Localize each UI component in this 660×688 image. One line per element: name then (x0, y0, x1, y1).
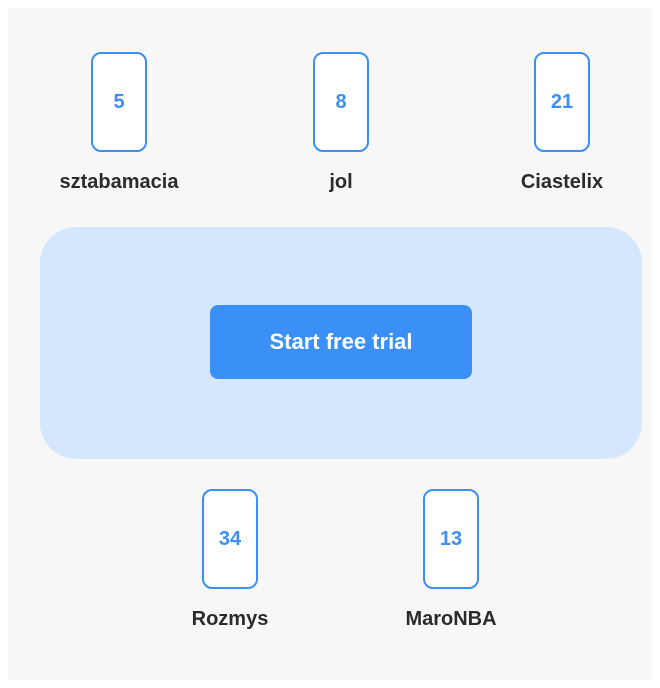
start-free-trial-button[interactable]: Start free trial (210, 305, 472, 379)
player-seat: 13 MaroNBA (371, 489, 531, 631)
player-card[interactable]: 21 (534, 52, 590, 152)
player-card[interactable]: 8 (313, 52, 369, 152)
player-seat: 8 jol (261, 52, 421, 194)
player-seat: 21 Ciastelix (482, 52, 642, 194)
player-card[interactable]: 5 (91, 52, 147, 152)
player-name: jol (329, 171, 353, 193)
player-card[interactable]: 34 (202, 489, 258, 589)
player-name: Ciastelix (520, 171, 604, 193)
poker-board: 5 sztabamacia 8 jol 21 Ciastelix Start f… (8, 8, 652, 680)
player-card[interactable]: 13 (423, 489, 479, 589)
poker-table: Start free trial (40, 227, 642, 459)
player-name: Rozmys (191, 608, 269, 630)
player-seat: 5 sztabamacia (39, 52, 199, 194)
player-name: MaroNBA (405, 608, 497, 630)
player-name: sztabamacia (59, 171, 179, 193)
player-seat: 34 Rozmys (150, 489, 310, 631)
